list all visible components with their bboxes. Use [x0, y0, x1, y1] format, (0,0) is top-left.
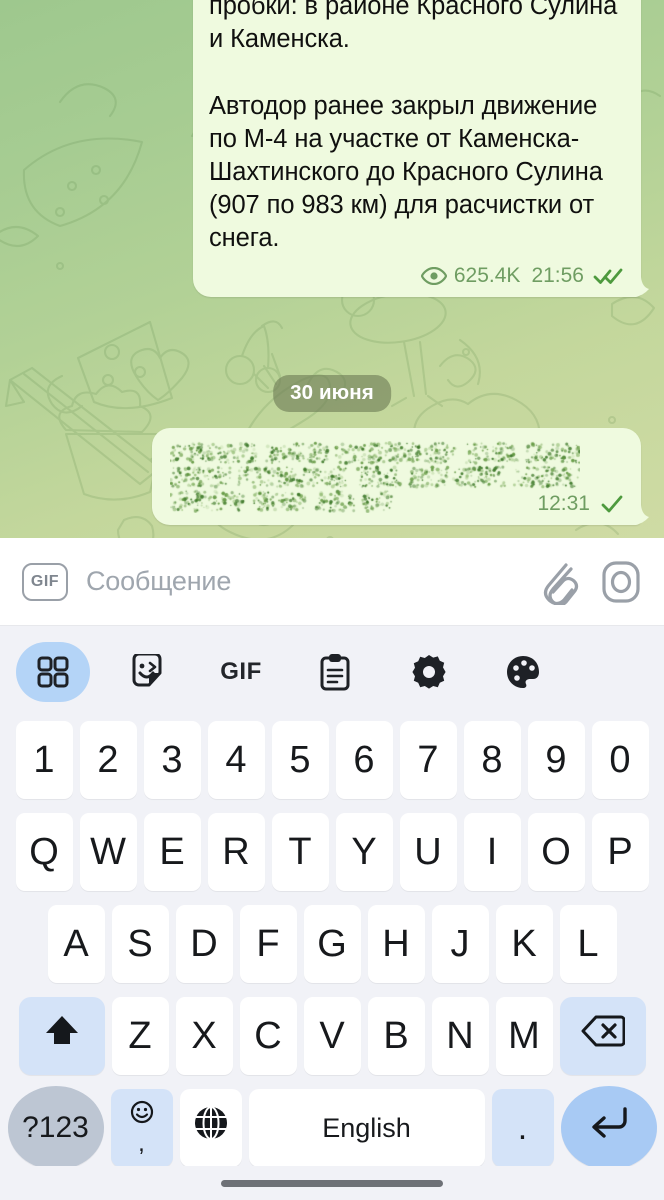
keyboard-toolbar[interactable]: GIF: [0, 626, 664, 718]
camera-round-icon[interactable]: [598, 558, 644, 606]
key-y[interactable]: Y: [336, 813, 393, 891]
key-e[interactable]: E: [144, 813, 201, 891]
shift-arrow-icon: [43, 1012, 81, 1060]
key-o[interactable]: O: [528, 813, 585, 891]
message-time: 21:56: [531, 264, 584, 288]
key-a[interactable]: A: [48, 905, 105, 983]
key-9[interactable]: 9: [528, 721, 585, 799]
key-b[interactable]: B: [368, 997, 425, 1075]
key-s[interactable]: S: [112, 905, 169, 983]
single-check-icon: [599, 495, 625, 513]
keyboard-row-qwerty: Q W E R T Y U I O P: [4, 810, 660, 894]
key-c[interactable]: C: [240, 997, 297, 1075]
home-indicator[interactable]: [221, 1180, 443, 1187]
keyboard-row-numbers: 1 2 3 4 5 6 7 8 9 0: [4, 718, 660, 802]
palette-icon[interactable]: [486, 642, 560, 702]
message-bubble-outgoing-spoiler[interactable]: 12:31: [152, 428, 641, 525]
message-meta: 12:31: [533, 489, 627, 519]
globe-icon: [193, 1105, 229, 1151]
message-time: 12:31: [537, 492, 590, 516]
system-navigation-bar: [0, 1166, 664, 1200]
key-0[interactable]: 0: [592, 721, 649, 799]
key-m[interactable]: M: [496, 997, 553, 1075]
key-u[interactable]: U: [400, 813, 457, 891]
key-5[interactable]: 5: [272, 721, 329, 799]
space-key[interactable]: English: [249, 1089, 485, 1167]
key-n[interactable]: N: [432, 997, 489, 1075]
message-text: момент расвора явля… два пункта в начале…: [209, 0, 625, 255]
message-input[interactable]: Сообщение: [86, 566, 526, 597]
key-p[interactable]: P: [592, 813, 649, 891]
key-w[interactable]: W: [80, 813, 137, 891]
paperclip-icon[interactable]: [540, 559, 584, 605]
message-bubble-outgoing[interactable]: момент расвора явля… два пункта в начале…: [193, 0, 641, 297]
key-k[interactable]: K: [496, 905, 553, 983]
key-2[interactable]: 2: [80, 721, 137, 799]
enter-arrow-icon: [589, 1105, 629, 1151]
key-l[interactable]: L: [560, 905, 617, 983]
shift-key[interactable]: [19, 997, 105, 1075]
key-d[interactable]: D: [176, 905, 233, 983]
key-4[interactable]: 4: [208, 721, 265, 799]
chat-message-list[interactable]: момент расвора явля… два пункта в начале…: [0, 0, 664, 538]
keyboard-row-asdf: A S D F G H J K L: [4, 902, 660, 986]
period-key[interactable]: .: [492, 1089, 554, 1167]
sticker-icon[interactable]: [110, 642, 184, 702]
keyboard-row-bottom: ?123 , English .: [4, 1086, 660, 1170]
backspace-key[interactable]: [560, 997, 646, 1075]
key-r[interactable]: R: [208, 813, 265, 891]
symbols-key[interactable]: ?123: [8, 1086, 104, 1170]
key-x[interactable]: X: [176, 997, 233, 1075]
key-f[interactable]: F: [240, 905, 297, 983]
clipboard-icon[interactable]: [298, 642, 372, 702]
key-h[interactable]: H: [368, 905, 425, 983]
message-meta: 625.4K 21:56: [209, 261, 625, 291]
key-t[interactable]: T: [272, 813, 329, 891]
key-6[interactable]: 6: [336, 721, 393, 799]
smiley-icon: [130, 1100, 154, 1128]
date-separator: 30 июня: [273, 375, 391, 412]
gif-icon[interactable]: GIF: [22, 563, 68, 601]
keyboard-row-zxcv: Z X C V B N M: [4, 994, 660, 1078]
gear-icon[interactable]: [392, 642, 466, 702]
keyboard-keys[interactable]: 1 2 3 4 5 6 7 8 9 0 Q W E R T Y U I O P …: [0, 718, 664, 1170]
emoji-comma-key[interactable]: ,: [111, 1089, 173, 1167]
key-v[interactable]: V: [304, 997, 361, 1075]
language-globe-key[interactable]: [180, 1089, 242, 1167]
key-g[interactable]: G: [304, 905, 361, 983]
on-screen-keyboard[interactable]: G I F 1 2 3 4 5 6 7 8 9 0 Q W E R T Y U I …: [0, 626, 664, 1200]
bubble-tail: [632, 505, 650, 525]
key-i[interactable]: I: [464, 813, 521, 891]
apps-grid-icon[interactable]: [16, 642, 90, 702]
backspace-icon: [581, 1014, 625, 1058]
enter-key[interactable]: [561, 1086, 657, 1170]
comma-label: ,: [138, 1132, 145, 1156]
eye-icon: [421, 267, 447, 285]
double-check-icon: [593, 267, 623, 285]
bubble-tail: [632, 277, 650, 297]
key-z[interactable]: Z: [112, 997, 169, 1075]
key-1[interactable]: 1: [16, 721, 73, 799]
view-count: 625.4K: [454, 264, 521, 288]
phone-screen: момент расвора явля… два пункта в начале…: [0, 0, 664, 1200]
key-j[interactable]: J: [432, 905, 489, 983]
key-8[interactable]: 8: [464, 721, 521, 799]
key-q[interactable]: Q: [16, 813, 73, 891]
spoiler-hidden-text[interactable]: [170, 441, 580, 513]
key-7[interactable]: 7: [400, 721, 457, 799]
message-input-bar[interactable]: GIF Сообщение: [0, 538, 664, 626]
gif-icon[interactable]: GIF: [204, 642, 278, 702]
key-3[interactable]: 3: [144, 721, 201, 799]
